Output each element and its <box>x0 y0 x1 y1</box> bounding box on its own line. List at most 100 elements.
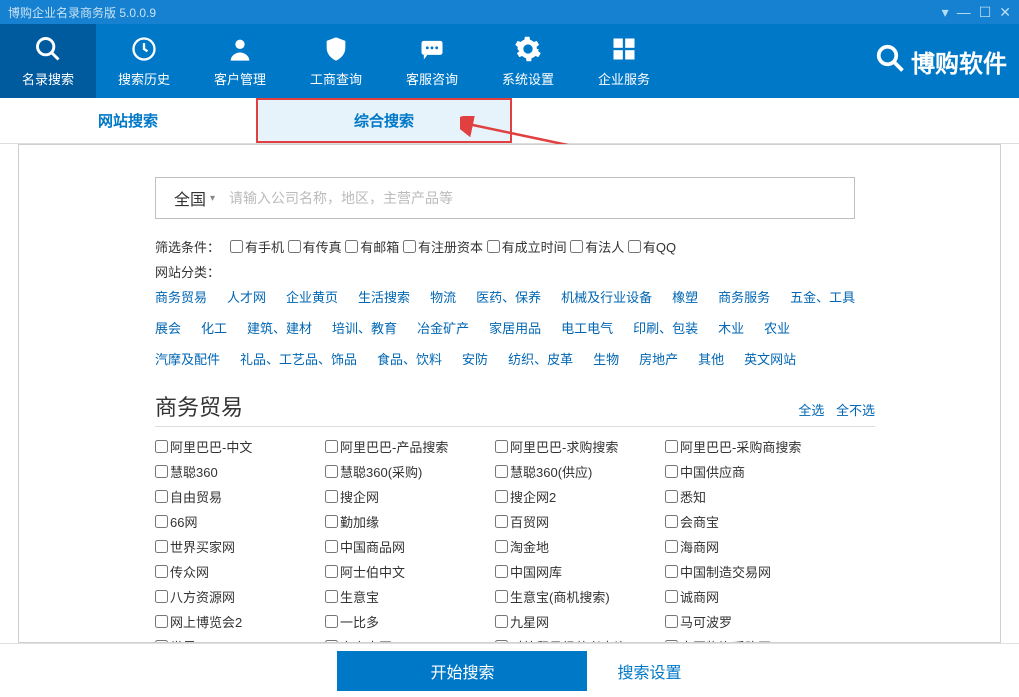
close-icon[interactable]: ✕ <box>999 4 1011 21</box>
site-checkbox[interactable]: 马可波罗 <box>665 612 835 631</box>
site-checkbox[interactable]: 淘金地 <box>495 537 665 556</box>
site-checkbox[interactable]: 慧聪360(采购) <box>325 462 495 481</box>
site-checkbox[interactable]: 搜企网 <box>325 487 495 506</box>
search-settings-button[interactable]: 搜索设置 <box>617 659 681 683</box>
filter-row: 筛选条件： 有手机 有传真 有邮箱 有注册资本 有成立时间 有法人 有QQ <box>155 237 982 256</box>
category-link[interactable]: 印刷、包装 <box>633 318 698 337</box>
category-link[interactable]: 商务服务 <box>718 287 770 306</box>
category-link[interactable]: 建筑、建材 <box>247 318 312 337</box>
filter-checkbox[interactable]: 有法人 <box>570 237 624 256</box>
toolbar-service[interactable]: 客服咨询 <box>384 24 480 98</box>
toolbar-history[interactable]: 搜索历史 <box>96 24 192 98</box>
site-checkbox[interactable]: 世界工厂 <box>155 637 325 642</box>
category-link[interactable]: 礼品、工艺品、饰品 <box>240 349 357 368</box>
filter-checkbox[interactable]: 有手机 <box>230 237 284 256</box>
site-checkbox[interactable]: 中国商品网 <box>325 537 495 556</box>
category-link[interactable]: 纺织、皮革 <box>508 349 573 368</box>
category-link[interactable]: 木业 <box>718 318 744 337</box>
site-checkbox[interactable]: 八方资源网 <box>155 587 325 606</box>
site-checkbox[interactable]: 66网 <box>155 512 325 531</box>
toolbar-customer[interactable]: 客户管理 <box>192 24 288 98</box>
toolbar-business[interactable]: 工商查询 <box>288 24 384 98</box>
category-link[interactable]: 农业 <box>764 318 790 337</box>
site-checkbox[interactable]: 阿里巴巴-采购商搜索 <box>665 437 835 456</box>
site-checkbox[interactable]: 百贸网 <box>495 512 665 531</box>
category-link[interactable]: 其他 <box>698 349 724 368</box>
category-link[interactable]: 英文网站 <box>744 349 796 368</box>
filter-checkbox[interactable]: 有QQ <box>628 237 676 256</box>
site-checkbox[interactable]: 慧聪360 <box>155 462 325 481</box>
site-checkbox[interactable]: 网上博览会2 <box>155 612 325 631</box>
filter-checkbox[interactable]: 有成立时间 <box>487 237 567 256</box>
site-checkbox[interactable]: 悉知 <box>665 487 835 506</box>
start-search-button[interactable]: 开始搜索 <box>337 651 587 691</box>
site-checkbox[interactable]: 诚商网 <box>665 587 835 606</box>
site-checkbox[interactable]: 中国网库 <box>495 562 665 581</box>
tab-comprehensive-search[interactable]: 综合搜索 <box>256 98 512 143</box>
select-none-link[interactable]: 全不选 <box>836 403 875 418</box>
category-link[interactable]: 展会 <box>155 318 181 337</box>
select-all-link[interactable]: 全选 <box>798 403 824 418</box>
category-link[interactable]: 商务贸易 <box>155 287 207 306</box>
category-link[interactable]: 生活搜索 <box>358 287 410 306</box>
category-link[interactable]: 机械及行业设备 <box>561 287 652 306</box>
category-link[interactable]: 安防 <box>462 349 488 368</box>
site-checkbox[interactable]: 九星网 <box>495 612 665 631</box>
site-checkbox[interactable]: 生意宝 <box>325 587 495 606</box>
category-link[interactable]: 汽摩及配件 <box>155 349 220 368</box>
category-link[interactable]: 房地产 <box>639 349 678 368</box>
minimize-icon[interactable]: — <box>957 4 971 20</box>
search-input[interactable] <box>225 178 854 218</box>
category-link[interactable]: 生物 <box>593 349 619 368</box>
toolbar-label: 企业服务 <box>598 69 650 88</box>
site-checkbox[interactable]: 海商网 <box>665 537 835 556</box>
site-checkbox[interactable]: 传众网 <box>155 562 325 581</box>
category-link[interactable]: 五金、工具 <box>790 287 855 306</box>
content-scroll[interactable]: 全国 ▾ 筛选条件： 有手机 有传真 有邮箱 有注册资本 有成立时间 有法人 有… <box>19 145 1000 642</box>
site-checkbox[interactable]: 阿里巴巴-求购搜索 <box>495 437 665 456</box>
site-checkbox[interactable]: 搜企网2 <box>495 487 665 506</box>
category-link[interactable]: 电工电气 <box>561 318 613 337</box>
category-link[interactable]: 冶金矿产 <box>417 318 469 337</box>
site-checkbox[interactable]: 慧聪360(供应) <box>495 462 665 481</box>
window-title: 博购企业名录商务版 5.0.0.9 <box>8 4 156 21</box>
site-checkbox[interactable]: 世界买家网 <box>155 537 325 556</box>
filter-checkbox[interactable]: 有传真 <box>288 237 342 256</box>
site-checkbox[interactable]: 勤加缘 <box>325 512 495 531</box>
category-link[interactable]: 橡塑 <box>672 287 698 306</box>
category-link[interactable]: 食品、饮料 <box>377 349 442 368</box>
category-link[interactable]: 企业黄页 <box>286 287 338 306</box>
category-link[interactable]: 医药、保养 <box>476 287 541 306</box>
selection-links: 全选 全不选 <box>790 400 875 419</box>
site-checkbox[interactable]: 一比多 <box>325 612 495 631</box>
category-link[interactable]: 家居用品 <box>489 318 541 337</box>
chevron-down-icon: ▾ <box>210 193 215 204</box>
app-window: 博购企业名录商务版 5.0.0.9 ▾ — ☐ ✕ 名录搜索 搜索历史 客户管理… <box>0 0 1019 697</box>
category-link[interactable]: 物流 <box>430 287 456 306</box>
site-checkbox[interactable]: 阿里巴巴-产品搜索 <box>325 437 495 456</box>
site-checkbox[interactable]: 中国供应商 <box>665 462 835 481</box>
category-link[interactable]: 化工 <box>201 318 227 337</box>
dropdown-icon[interactable]: ▾ <box>942 4 949 21</box>
category-link[interactable]: 培训、教育 <box>332 318 397 337</box>
site-grid: 阿里巴巴-中文 阿里巴巴-产品搜索 阿里巴巴-求购搜索 阿里巴巴-采购商搜索 慧… <box>155 437 875 642</box>
site-checkbox[interactable]: 会商宝 <box>665 512 835 531</box>
site-checkbox[interactable]: 阿里巴巴-中文 <box>155 437 325 456</box>
site-checkbox[interactable]: 阿士伯中文 <box>325 562 495 581</box>
toolbar-settings[interactable]: 系统设置 <box>480 24 576 98</box>
toolbar-enterprise[interactable]: 企业服务 <box>576 24 672 98</box>
site-checkbox[interactable]: 对外贸易经营者查询 <box>495 637 665 642</box>
category-label-row: 网站分类： <box>155 262 982 281</box>
filter-checkbox[interactable]: 有注册资本 <box>403 237 483 256</box>
tab-website-search[interactable]: 网站搜索 <box>0 98 256 143</box>
filter-checkbox[interactable]: 有邮箱 <box>345 237 399 256</box>
toolbar-search[interactable]: 名录搜索 <box>0 24 96 98</box>
region-selector[interactable]: 全国 ▾ <box>156 186 225 210</box>
site-checkbox[interactable]: 中国制造交易网 <box>665 562 835 581</box>
site-checkbox[interactable]: 自由贸易 <box>155 487 325 506</box>
category-link[interactable]: 人才网 <box>227 287 266 306</box>
site-checkbox[interactable]: 生意宝(商机搜索) <box>495 587 665 606</box>
site-checkbox[interactable]: 商虎中国 <box>325 637 495 642</box>
site-checkbox[interactable]: 中国物资采购网 <box>665 637 835 642</box>
maximize-icon[interactable]: ☐ <box>979 4 992 21</box>
